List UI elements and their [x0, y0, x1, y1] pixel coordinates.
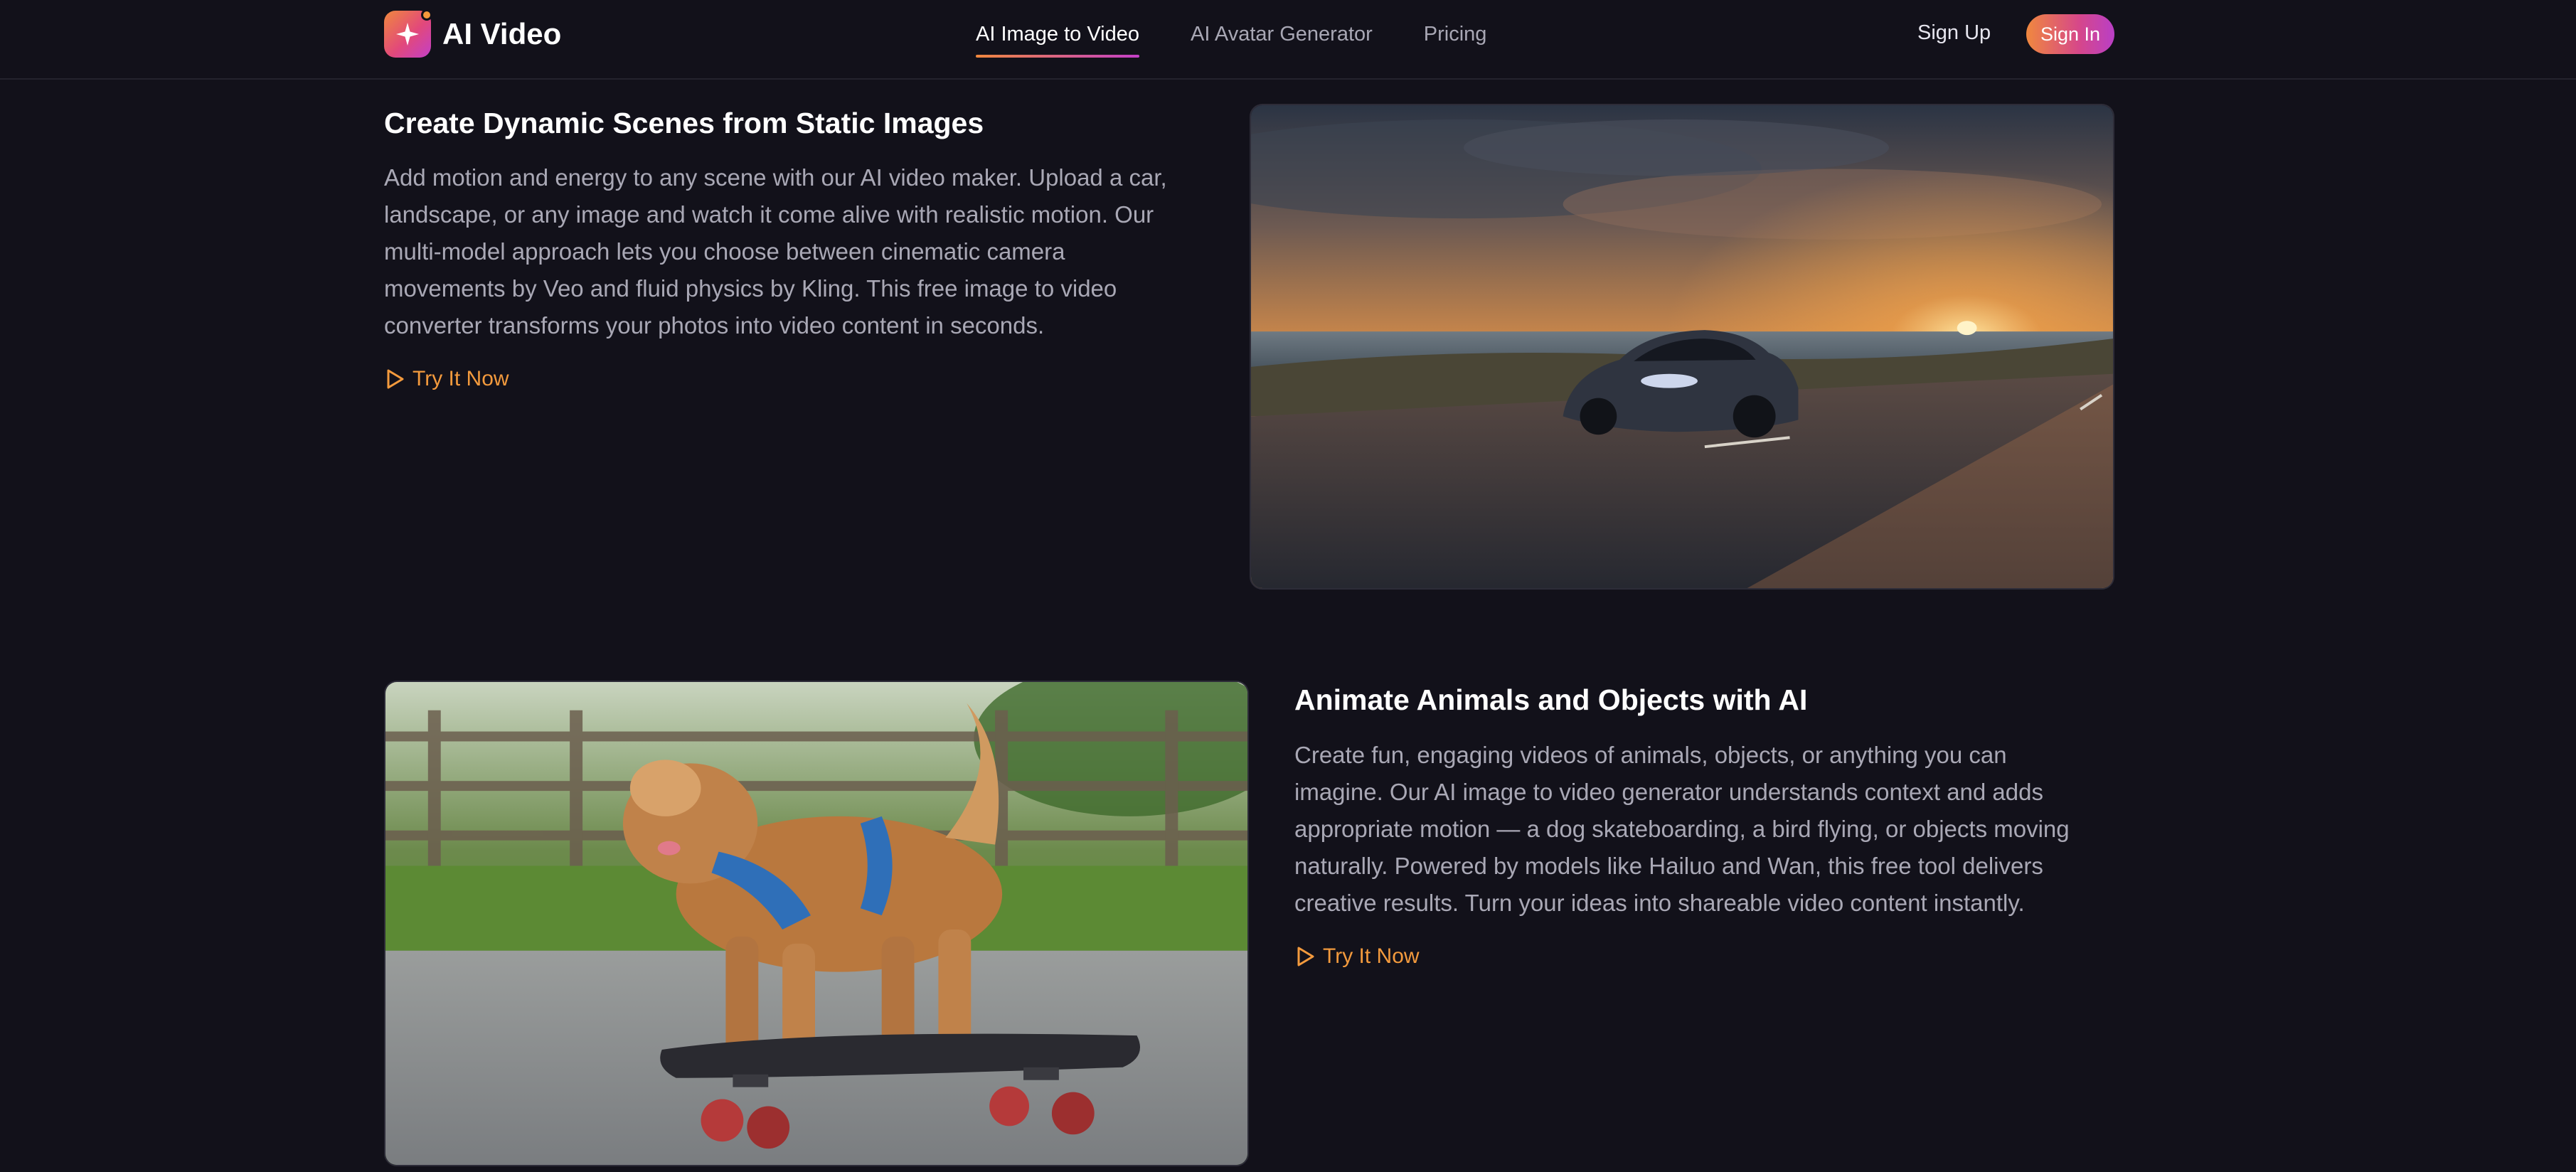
section-description: Create fun, engaging videos of animals, … [1294, 737, 2134, 922]
try-it-now-label: Try It Now [1323, 944, 1420, 968]
description-line: imagine. Our AI image to video generator… [1294, 779, 2043, 805]
description-line: naturally. Powered by models like Hailuo… [1294, 853, 2043, 879]
nav-ai-avatar-generator[interactable]: AI Avatar Generator [1191, 23, 1373, 46]
play-outline-icon [387, 369, 404, 389]
page: AI Video AI Image to Video AI Avatar Gen… [0, 0, 2576, 1172]
brand-name: AI Video [442, 17, 562, 50]
nav-pricing[interactable]: Pricing [1424, 23, 1487, 46]
notification-dot [421, 9, 432, 21]
description-line: Create fun, engaging videos of animals, … [1294, 742, 2007, 768]
main-nav: AI Image to Video AI Avatar Generator Pr… [976, 0, 1538, 68]
try-it-now-link[interactable]: Try It Now [384, 367, 509, 391]
play-outline-icon [1297, 947, 1314, 966]
description-line: Add motion and energy to any scene with … [384, 164, 1167, 191]
section-description: Add motion and energy to any scene with … [384, 159, 1209, 344]
try-it-now-link[interactable]: Try It Now [1294, 944, 1420, 969]
description-line: converter transforms your photos into vi… [384, 312, 1045, 339]
description-line: multi-model approach lets you choose bet… [384, 238, 1065, 265]
section-title: Animate Animals and Objects with AI [1294, 683, 1808, 716]
description-line: appropriate motion — a dog skateboarding… [1294, 816, 2070, 842]
description-line: movements by Veo and fluid physics by Kl… [384, 275, 1117, 302]
sign-up-link[interactable]: Sign Up [1917, 21, 1991, 45]
top-navbar: AI Video AI Image to Video AI Avatar Gen… [0, 0, 2576, 80]
nav-ai-image-to-video[interactable]: AI Image to Video [976, 23, 1140, 58]
sports-car-image [1250, 104, 2114, 590]
dog-skateboard-image [384, 681, 1249, 1166]
description-line: landscape, or any image and watch it com… [384, 201, 1154, 228]
section-title: Create Dynamic Scenes from Static Images [384, 107, 984, 139]
brand[interactable]: AI Video [384, 9, 562, 58]
sign-in-button[interactable]: Sign In [2026, 14, 2114, 54]
try-it-now-label: Try It Now [413, 367, 509, 390]
description-line: creative results. Turn your ideas into s… [1294, 890, 2025, 916]
sparkle-icon [384, 9, 432, 58]
